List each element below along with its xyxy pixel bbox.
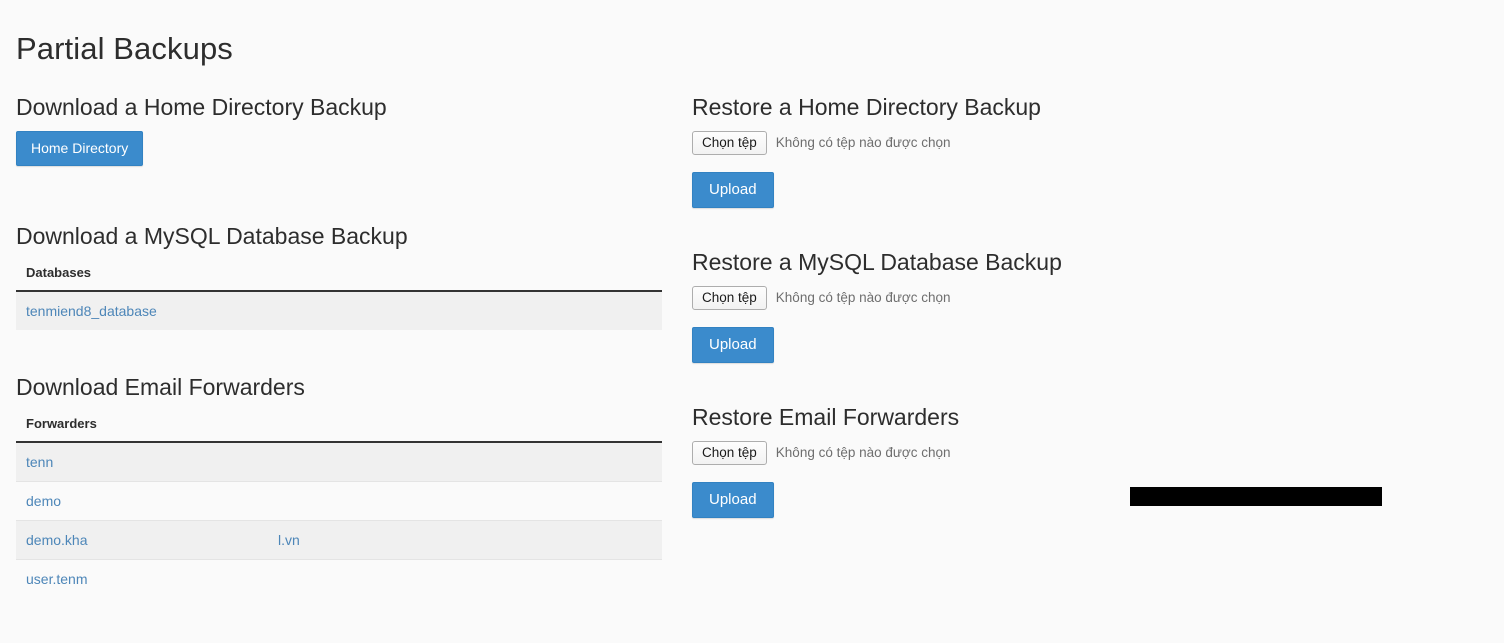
forwarder-address-cell: demo	[16, 482, 268, 521]
forwarder-download-link[interactable]: tenn	[26, 454, 53, 470]
restore-forwarders-heading: Restore Email Forwarders	[692, 402, 1392, 432]
file-selection-status: Không có tệp nào được chọn	[776, 445, 951, 461]
forwarder-address-cell: tenn	[16, 442, 268, 482]
forwarders-table-header-row: Forwarders	[16, 411, 662, 442]
file-selection-status: Không có tệp nào được chọn	[776, 290, 951, 306]
download-home-directory-heading: Download a Home Directory Backup	[16, 92, 662, 122]
table-row[interactable]: tenmiend8_database	[16, 291, 662, 330]
table-row[interactable]: tenn	[16, 442, 662, 482]
forwarder-destination-cell: l.vn	[268, 521, 662, 560]
download-forwarders-section: Download Email Forwarders Forwarders ten…	[16, 372, 662, 598]
databases-table: Databases tenmiend8_database	[16, 260, 662, 330]
forwarder-destination-cell	[268, 442, 662, 482]
partial-backups-page: Partial Backups Download a Home Director…	[0, 0, 1504, 643]
restore-forwarders-file-row: Chọn tệp Không có tệp nào được chọn	[692, 441, 1392, 465]
table-row[interactable]: user.tenm	[16, 560, 662, 599]
forwarder-address-cell: demo.kha	[16, 521, 268, 560]
forwarder-download-link[interactable]: demo.kha	[26, 532, 87, 548]
upload-forwarders-button[interactable]: Upload	[692, 482, 774, 518]
forwarder-destination-link[interactable]: l.vn	[278, 532, 300, 548]
choose-file-button[interactable]: Chọn tệp	[692, 441, 767, 465]
forwarder-address-cell: user.tenm	[16, 560, 268, 599]
table-row[interactable]: demo.kha l.vn	[16, 521, 662, 560]
forwarder-download-link[interactable]: demo	[26, 493, 61, 509]
redaction-bar	[1130, 487, 1382, 506]
restore-column: Restore a Home Directory Backup Chọn tệp…	[692, 92, 1392, 518]
forwarder-destination-cell	[268, 560, 662, 599]
forwarder-destination-cell	[268, 482, 662, 521]
download-forwarders-heading: Download Email Forwarders	[16, 372, 662, 402]
restore-mysql-file-row: Chọn tệp Không có tệp nào được chọn	[692, 286, 1392, 310]
databases-column-header: Databases	[16, 260, 662, 291]
choose-file-button[interactable]: Chọn tệp	[692, 131, 767, 155]
restore-home-directory-section: Restore a Home Directory Backup Chọn tệp…	[692, 92, 1392, 208]
choose-file-button[interactable]: Chọn tệp	[692, 286, 767, 310]
table-row[interactable]: demo	[16, 482, 662, 521]
download-home-directory-section: Download a Home Directory Backup Home Di…	[16, 92, 662, 166]
download-column: Download a Home Directory Backup Home Di…	[16, 92, 662, 598]
download-mysql-heading: Download a MySQL Database Backup	[16, 221, 662, 251]
database-download-link[interactable]: tenmiend8_database	[26, 303, 157, 319]
forwarder-download-link[interactable]: user.tenm	[26, 571, 87, 587]
database-name-cell: tenmiend8_database	[16, 291, 662, 330]
download-mysql-section: Download a MySQL Database Backup Databas…	[16, 221, 662, 330]
upload-home-directory-button[interactable]: Upload	[692, 172, 774, 208]
upload-mysql-button[interactable]: Upload	[692, 327, 774, 363]
home-directory-download-button[interactable]: Home Directory	[16, 131, 143, 166]
page-title: Partial Backups	[16, 30, 233, 68]
forwarders-column-header: Forwarders	[16, 411, 662, 442]
restore-mysql-section: Restore a MySQL Database Backup Chọn tệp…	[692, 247, 1392, 363]
file-selection-status: Không có tệp nào được chọn	[776, 135, 951, 151]
forwarders-table: Forwarders tenn demo	[16, 411, 662, 598]
restore-mysql-heading: Restore a MySQL Database Backup	[692, 247, 1392, 277]
databases-table-header-row: Databases	[16, 260, 662, 291]
restore-home-directory-file-row: Chọn tệp Không có tệp nào được chọn	[692, 131, 1392, 155]
restore-home-directory-heading: Restore a Home Directory Backup	[692, 92, 1392, 122]
